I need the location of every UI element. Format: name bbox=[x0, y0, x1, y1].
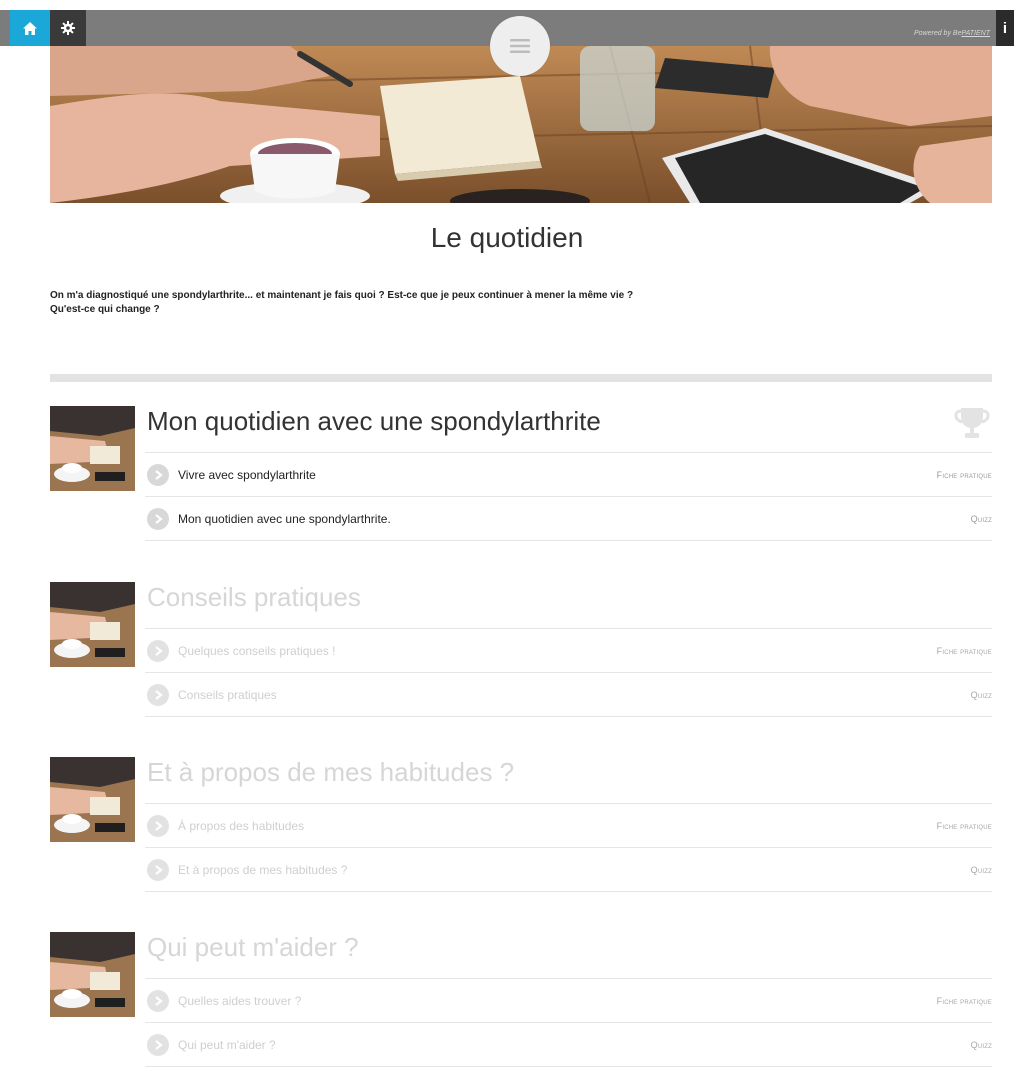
module-title[interactable]: Conseils pratiques bbox=[147, 582, 361, 612]
list-item[interactable]: Conseils pratiques Quizz bbox=[145, 673, 992, 717]
chevron-right-icon bbox=[147, 639, 169, 662]
home-button[interactable] bbox=[10, 10, 50, 46]
item-label: Vivre avec spondylarthrite bbox=[178, 467, 316, 482]
list-item[interactable]: Vivre avec spondylarthrite Fiche pratiqu… bbox=[145, 453, 992, 497]
item-type: Quizz bbox=[970, 689, 992, 700]
item-type: Quizz bbox=[970, 1039, 992, 1050]
section-divider bbox=[50, 374, 992, 382]
module-card: Et à propos de mes habitudes ? À propos … bbox=[50, 757, 992, 897]
item-label: Conseils pratiques bbox=[178, 687, 277, 702]
chevron-right-icon bbox=[147, 463, 169, 486]
hamburger-icon bbox=[510, 39, 530, 53]
home-icon bbox=[23, 21, 37, 35]
info-icon: i bbox=[1002, 19, 1008, 37]
list-item[interactable]: Mon quotidien avec une spondylarthrite. … bbox=[145, 497, 992, 541]
item-label: À propos des habitudes bbox=[178, 818, 305, 833]
info-button[interactable]: i bbox=[996, 10, 1014, 46]
item-label: Et à propos de mes habitudes ? bbox=[178, 862, 348, 877]
module-item-list: Quelques conseils pratiques ! Fiche prat… bbox=[145, 628, 992, 717]
module-title[interactable]: Et à propos de mes habitudes ? bbox=[147, 757, 514, 787]
menu-button[interactable] bbox=[490, 16, 550, 76]
module-title[interactable]: Qui peut m'aider ? bbox=[147, 932, 359, 962]
intro-line-1: On m'a diagnostiqué une spondylarthrite.… bbox=[50, 290, 634, 301]
chevron-right-icon bbox=[147, 989, 169, 1012]
item-type: Fiche pratique bbox=[936, 820, 992, 831]
page-intro: On m'a diagnostiqué une spondylarthrite.… bbox=[50, 289, 850, 317]
gear-icon bbox=[61, 21, 75, 35]
module-card: Conseils pratiques Quelques conseils pra… bbox=[50, 582, 992, 722]
module-card: Mon quotidien avec une spondylarthrite V… bbox=[50, 406, 992, 546]
page-title: Le quotidien bbox=[430, 222, 584, 253]
item-type: Fiche pratique bbox=[936, 995, 992, 1006]
module-thumbnail bbox=[50, 932, 135, 1017]
list-item[interactable]: Quelques conseils pratiques ! Fiche prat… bbox=[145, 629, 992, 673]
item-label: Quelques conseils pratiques ! bbox=[178, 643, 336, 658]
module-item-list: Vivre avec spondylarthrite Fiche pratiqu… bbox=[145, 452, 992, 541]
settings-button[interactable] bbox=[50, 10, 86, 46]
trophy-icon bbox=[954, 408, 990, 438]
chevron-right-icon bbox=[147, 683, 169, 706]
module-item-list: Quelles aides trouver ? Fiche pratique Q… bbox=[145, 978, 992, 1067]
list-item[interactable]: Et à propos de mes habitudes ? Quizz bbox=[145, 848, 992, 892]
module-thumbnail bbox=[50, 582, 135, 667]
chevron-right-icon bbox=[147, 814, 169, 837]
list-item[interactable]: À propos des habitudes Fiche pratique bbox=[145, 804, 992, 848]
module-card: Qui peut m'aider ? Quelles aides trouver… bbox=[50, 932, 992, 1072]
module-thumbnail bbox=[50, 757, 135, 842]
item-label: Qui peut m'aider ? bbox=[178, 1037, 276, 1052]
chevron-right-icon bbox=[147, 507, 169, 530]
list-item[interactable]: Qui peut m'aider ? Quizz bbox=[145, 1023, 992, 1067]
item-type: Quizz bbox=[970, 513, 992, 524]
list-item[interactable]: Quelles aides trouver ? Fiche pratique bbox=[145, 979, 992, 1023]
module-item-list: À propos des habitudes Fiche pratique Et… bbox=[145, 803, 992, 892]
chevron-right-icon bbox=[147, 858, 169, 881]
intro-line-2: Qu'est-ce qui change ? bbox=[50, 304, 160, 315]
item-label: Mon quotidien avec une spondylarthrite. bbox=[178, 511, 391, 526]
item-type: Fiche pratique bbox=[936, 469, 992, 480]
item-label: Quelles aides trouver ? bbox=[178, 993, 302, 1008]
powered-by-prefix: Powered by Be bbox=[913, 30, 962, 37]
module-title[interactable]: Mon quotidien avec une spondylarthrite bbox=[147, 406, 601, 436]
powered-by-brand: PATIENT bbox=[961, 30, 990, 37]
item-type: Fiche pratique bbox=[936, 645, 992, 656]
item-type: Quizz bbox=[970, 864, 992, 875]
module-thumbnail bbox=[50, 406, 135, 491]
chevron-right-icon bbox=[147, 1033, 169, 1056]
powered-by-text[interactable]: Powered by BePATIENT bbox=[914, 30, 990, 37]
